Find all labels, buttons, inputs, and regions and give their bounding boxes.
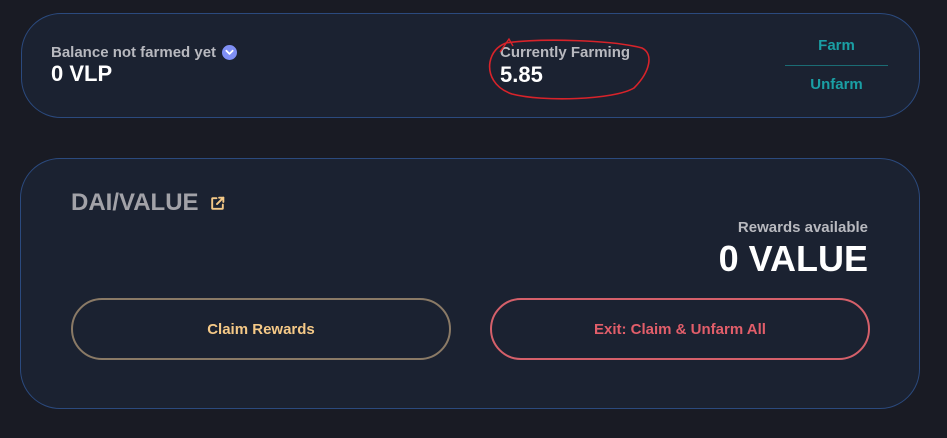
farming-summary-card: Balance not farmed yet 0 VLP Currently F…	[21, 13, 920, 118]
rewards-label: Rewards available	[737, 219, 868, 236]
external-link-icon[interactable]	[209, 195, 226, 212]
balance-label-row: Balance not farmed yet	[51, 44, 238, 61]
balance-block: Balance not farmed yet 0 VLP	[51, 44, 238, 87]
farm-button[interactable]: Farm	[785, 27, 888, 65]
unfarm-button[interactable]: Unfarm	[785, 66, 888, 104]
chevron-down-circle-icon[interactable]	[222, 45, 238, 60]
balance-value: 0 VLP	[51, 61, 113, 86]
currently-farming-label: Currently Farming	[500, 44, 631, 61]
rewards-value: 0 VALUE	[718, 238, 868, 279]
currently-farming-value: 5.85	[500, 62, 543, 87]
pool-title-row: DAI/VALUE	[71, 189, 226, 217]
exit-claim-unfarm-button[interactable]: Exit: Claim & Unfarm All	[490, 298, 870, 360]
pool-pair-name: DAI/VALUE	[71, 189, 199, 216]
currently-farming-block: Currently Farming 5.85	[500, 44, 630, 88]
rewards-block: Rewards available 0 VALUE	[719, 219, 868, 280]
claim-rewards-button[interactable]: Claim Rewards	[71, 298, 451, 360]
balance-label: Balance not farmed yet	[51, 44, 217, 61]
pool-card: DAI/VALUE Rewards available 0 VALUE Clai…	[20, 158, 920, 409]
farm-actions: Farm Unfarm	[785, 14, 888, 117]
